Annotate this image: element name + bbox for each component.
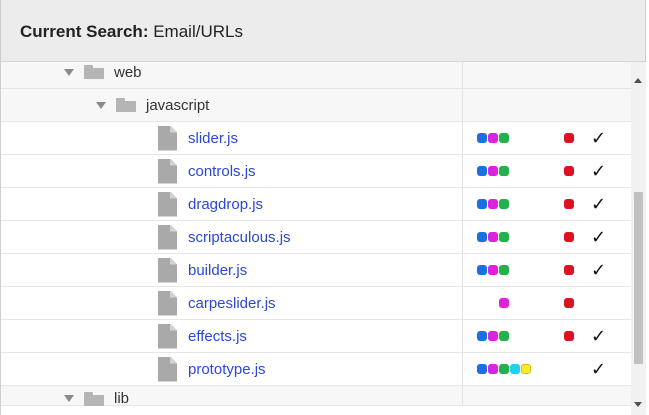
file-row[interactable]: prototype.js ✓ [1, 353, 631, 386]
magenta-indicator-dot [488, 364, 498, 374]
magenta-indicator-dot [488, 133, 498, 143]
file-icon [158, 323, 177, 349]
cyan-indicator-dot [510, 364, 520, 374]
checkmark-icon: ✓ [591, 127, 607, 149]
red-indicator-dot [564, 298, 574, 308]
checkmark-icon: ✓ [591, 259, 607, 281]
checkmark-icon: ✓ [591, 358, 607, 380]
scroll-up-arrow-icon[interactable] [634, 78, 642, 83]
category-dots [477, 254, 510, 286]
folder-label: web [114, 63, 142, 81]
red-indicator-dot [564, 133, 574, 143]
blue-indicator-dot [477, 331, 487, 341]
current-search-value: Email/URLs [153, 22, 243, 41]
search-results-panel: Current Search: Email/URLs web javascrip… [0, 0, 646, 415]
magenta-indicator-dot [488, 331, 498, 341]
blue-indicator-dot [477, 199, 487, 209]
expand-arrow-icon[interactable] [64, 68, 74, 76]
red-indicator-dot [564, 331, 574, 341]
file-row[interactable]: builder.js ✓ [1, 254, 631, 287]
blue-indicator-dot [477, 265, 487, 275]
blue-indicator-dot [477, 133, 487, 143]
magenta-indicator-dot [499, 298, 509, 308]
file-link[interactable]: controls.js [188, 163, 256, 180]
green-indicator-dot [499, 331, 509, 341]
file-icon [158, 125, 177, 151]
magenta-indicator-dot [488, 199, 498, 209]
file-icon [158, 290, 177, 316]
checkmark-icon: ✓ [591, 325, 607, 347]
green-indicator-dot [499, 199, 509, 209]
green-indicator-dot [499, 232, 509, 242]
file-link[interactable]: carpeslider.js [188, 295, 276, 312]
red-indicator-dot [564, 199, 574, 209]
yellow-indicator-dot [521, 364, 531, 374]
expand-arrow-icon[interactable] [64, 395, 74, 402]
folder-icon [116, 98, 136, 112]
folder-label: lib [114, 390, 130, 407]
file-icon [158, 224, 177, 250]
current-search-title: Current Search: Email/URLs [20, 22, 243, 42]
file-link[interactable]: prototype.js [188, 361, 266, 378]
category-dots [477, 353, 532, 385]
folder-label: javascript [146, 96, 210, 114]
red-indicator-dot [564, 232, 574, 242]
file-icon [158, 191, 177, 217]
file-icon [158, 356, 177, 382]
tree-folder-lib[interactable]: lib [1, 386, 631, 407]
green-indicator-dot [499, 265, 509, 275]
file-row[interactable]: slider.js ✓ [1, 122, 631, 155]
red-indicator-dot [564, 265, 574, 275]
red-indicator-dot [564, 166, 574, 176]
file-icon [158, 257, 177, 283]
category-dots [477, 221, 510, 253]
scrollbar-thumb[interactable] [634, 192, 643, 364]
file-tree: web javascript slider.js ✓ controls.js ✓ dra… [1, 62, 631, 415]
panel-header: Current Search: Email/URLs [1, 0, 645, 62]
file-link[interactable]: scriptaculous.js [188, 229, 291, 246]
blue-indicator-dot [477, 166, 487, 176]
file-link[interactable]: effects.js [188, 328, 247, 345]
file-row[interactable]: effects.js ✓ [1, 320, 631, 353]
category-dots [477, 320, 510, 352]
magenta-indicator-dot [488, 265, 498, 275]
checkmark-icon: ✓ [591, 226, 607, 248]
category-dots [477, 122, 510, 154]
file-row[interactable]: controls.js ✓ [1, 155, 631, 188]
checkmark-icon: ✓ [591, 160, 607, 182]
green-indicator-dot [499, 133, 509, 143]
tree-folder-web[interactable]: web [1, 62, 631, 89]
blue-indicator-dot [477, 232, 487, 242]
magenta-indicator-dot [488, 232, 498, 242]
expand-arrow-icon[interactable] [96, 101, 106, 109]
blue-indicator-dot [477, 364, 487, 374]
tree-folder-javascript[interactable]: javascript [1, 89, 631, 122]
file-row[interactable]: carpeslider.js [1, 287, 631, 320]
file-row[interactable]: scriptaculous.js ✓ [1, 221, 631, 254]
file-link[interactable]: builder.js [188, 262, 247, 279]
current-search-label: Current Search: [20, 22, 149, 41]
file-link[interactable]: slider.js [188, 130, 238, 147]
green-indicator-dot [499, 364, 509, 374]
category-dots [499, 287, 510, 319]
category-dots [477, 188, 510, 220]
category-dots [477, 155, 510, 187]
vertical-scrollbar[interactable] [631, 62, 646, 415]
checkmark-icon: ✓ [591, 193, 607, 215]
file-link[interactable]: dragdrop.js [188, 196, 263, 213]
folder-icon [84, 391, 104, 406]
green-indicator-dot [499, 166, 509, 176]
magenta-indicator-dot [488, 166, 498, 176]
file-icon [158, 158, 177, 184]
scroll-down-arrow-icon[interactable] [634, 402, 642, 407]
file-row[interactable]: dragdrop.js ✓ [1, 188, 631, 221]
folder-icon [84, 65, 104, 79]
